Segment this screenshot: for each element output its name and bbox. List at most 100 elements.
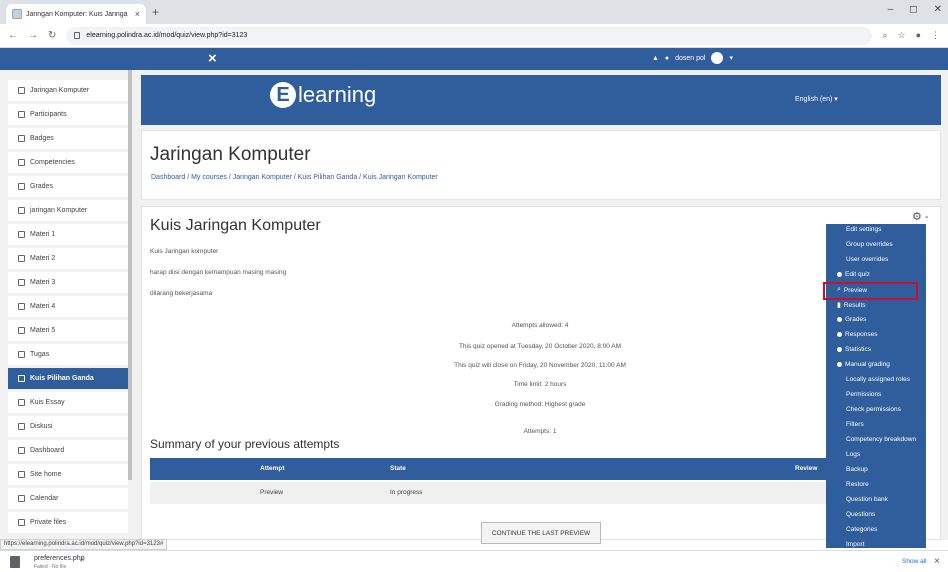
folder-icon bbox=[18, 303, 25, 310]
zoom-icon[interactable]: ⌕ bbox=[882, 30, 887, 41]
gear-icon[interactable]: ⚙ - bbox=[912, 210, 929, 223]
admin-menu-label: Questions bbox=[846, 511, 876, 518]
sidebar-item[interactable]: Dashboard bbox=[8, 440, 128, 461]
sidebar-item[interactable]: Materi 1 bbox=[8, 224, 128, 245]
forward-arrow-icon[interactable]: → bbox=[28, 30, 38, 41]
user-name[interactable]: dosen pol bbox=[675, 55, 705, 62]
close-drawer-button[interactable]: × bbox=[208, 50, 217, 67]
sidebar-item[interactable]: Materi 3 bbox=[8, 272, 128, 293]
col-state: State bbox=[390, 465, 406, 472]
sidebar-item[interactable]: jaringan Komputer bbox=[8, 200, 128, 221]
close-window-icon[interactable]: ✕ bbox=[934, 4, 942, 15]
cell-state: In progress bbox=[390, 489, 423, 496]
admin-menu-label: Grades bbox=[845, 316, 867, 323]
admin-menu-item[interactable]: Categories bbox=[820, 526, 920, 533]
download-file-name[interactable]: preferences.php bbox=[34, 555, 85, 562]
folder-icon bbox=[18, 327, 25, 334]
admin-menu-item[interactable]: Grades bbox=[820, 316, 920, 323]
sidebar-item[interactable]: Participants bbox=[8, 104, 128, 125]
home-icon bbox=[18, 471, 25, 478]
bell-icon[interactable]: ▲ bbox=[652, 55, 659, 62]
attempts-count[interactable]: Attempts: 1 bbox=[300, 428, 780, 435]
sidebar-item[interactable]: Site home bbox=[8, 464, 128, 485]
restore-icon[interactable]: ◻ bbox=[909, 4, 917, 15]
admin-menu-item[interactable]: User overrides bbox=[820, 256, 920, 263]
reload-icon[interactable]: ↻ bbox=[48, 30, 56, 41]
admin-menu-item[interactable]: Questions bbox=[820, 511, 920, 518]
breadcrumb[interactable]: Dashboard / My courses / Jaringan Komput… bbox=[151, 174, 438, 181]
profile-icon[interactable]: ● bbox=[916, 30, 921, 41]
bullet-icon bbox=[837, 317, 842, 322]
admin-menu-item[interactable]: Responses bbox=[820, 331, 920, 338]
admin-menu-item[interactable]: Filters bbox=[820, 421, 920, 428]
admin-menu-item[interactable]: Restore bbox=[820, 481, 920, 488]
admin-menu-item[interactable]: Question bank bbox=[820, 496, 920, 503]
admin-menu-item[interactable]: Backup bbox=[820, 466, 920, 473]
sidebar-item[interactable]: Private files bbox=[8, 512, 128, 533]
browser-tab[interactable]: Jaringan Komputer: Kuis Jaringa × bbox=[6, 4, 146, 24]
graduation-cap-icon bbox=[18, 87, 25, 94]
sidebar-item[interactable]: Grades bbox=[8, 176, 128, 197]
admin-menu-item[interactable]: Logs bbox=[820, 451, 920, 458]
site-logo[interactable]: E learning bbox=[270, 82, 376, 108]
admin-menu-item[interactable]: Check permissions bbox=[820, 406, 920, 413]
table-row: Preview In progress bbox=[150, 482, 830, 504]
quiz-description-2: harap diisi dengan kemampuan masing masi… bbox=[150, 269, 287, 276]
language-selector[interactable]: English (en) ▾ bbox=[795, 95, 838, 103]
grading-method: Grading method: Highest grade bbox=[494, 401, 586, 408]
admin-menu-item[interactable]: Edit settings bbox=[820, 226, 920, 233]
sidebar-item[interactable]: Competencies bbox=[8, 152, 128, 173]
bullet-icon bbox=[837, 272, 842, 277]
sidebar-item[interactable]: Jaringan Komputer bbox=[8, 80, 128, 101]
sidebar-item[interactable]: Materi 4 bbox=[8, 296, 128, 317]
file-icon bbox=[18, 519, 25, 526]
avatar[interactable] bbox=[711, 52, 724, 64]
chat-icon[interactable]: ● bbox=[665, 55, 669, 62]
admin-menu-item[interactable]: Locally assigned roles bbox=[820, 376, 920, 383]
sidebar-item[interactable]: Kuis Pilihan Ganda bbox=[8, 368, 128, 389]
address-actions: ⌕ ☆ ● ⋮ bbox=[882, 30, 940, 41]
admin-menu-item[interactable]: Competency breakdown bbox=[820, 436, 920, 443]
sidebar-item-label: Kuis Pilihan Ganda bbox=[30, 375, 94, 382]
sidebar-item-label: Participants bbox=[30, 111, 67, 118]
chevron-down-icon[interactable]: ▾ bbox=[729, 54, 733, 62]
url-field[interactable]: elearning.polindra.ac.id/mod/quiz/view.p… bbox=[66, 26, 873, 45]
admin-menu-label: Filters bbox=[846, 421, 864, 428]
admin-menu-item[interactable]: Statistics bbox=[820, 346, 920, 353]
sidebar-item[interactable]: Kuis Essay bbox=[8, 392, 128, 413]
kebab-menu-icon[interactable]: ⋮ bbox=[931, 30, 940, 41]
admin-menu-item[interactable]: Manual grading bbox=[820, 361, 920, 368]
summary-title: Summary of your previous attempts bbox=[150, 437, 340, 451]
admin-menu-label: Import bbox=[846, 541, 865, 548]
minimize-icon[interactable]: – bbox=[888, 4, 894, 15]
sidebar-item[interactable]: Badges bbox=[8, 128, 128, 149]
table-icon bbox=[18, 183, 25, 190]
tab-close-icon[interactable]: × bbox=[135, 9, 140, 19]
sidebar-item[interactable]: Diskusi bbox=[8, 416, 128, 437]
admin-menu-item[interactable]: Group overrides bbox=[820, 241, 920, 248]
chevron-up-icon[interactable]: ^ bbox=[80, 557, 84, 566]
show-all-link[interactable]: Show all bbox=[902, 558, 927, 565]
folder-icon bbox=[18, 231, 25, 238]
admin-menu-item[interactable]: ▮ Results bbox=[820, 301, 920, 310]
sidebar-item-label: Materi 1 bbox=[30, 231, 56, 238]
admin-menu-item[interactable]: Import bbox=[820, 541, 920, 548]
sidebar-item[interactable]: Calendar bbox=[8, 488, 128, 509]
continue-preview-button[interactable]: CONTINUE THE LAST PREVIEW bbox=[481, 522, 601, 544]
new-tab-button[interactable]: + bbox=[152, 5, 159, 19]
back-arrow-icon[interactable]: ← bbox=[8, 30, 18, 41]
sidebar-item[interactable]: Materi 5 bbox=[8, 320, 128, 341]
close-downloads-icon[interactable]: × bbox=[934, 556, 940, 567]
sidebar-item[interactable]: Materi 2 bbox=[8, 248, 128, 269]
folder-icon bbox=[18, 255, 25, 262]
star-icon[interactable]: ☆ bbox=[897, 30, 905, 41]
admin-menu-label: Statistics bbox=[845, 346, 872, 353]
admin-menu-item[interactable]: Edit quiz bbox=[820, 271, 920, 278]
address-bar: ← → ↻ elearning.polindra.ac.id/mod/quiz/… bbox=[0, 24, 948, 48]
admin-menu-label: Results bbox=[843, 301, 866, 309]
folder-icon bbox=[18, 351, 25, 358]
admin-menu-item[interactable]: Permissions bbox=[820, 391, 920, 398]
sidebar-item[interactable]: Tugas bbox=[8, 344, 128, 365]
col-review: Review bbox=[795, 465, 818, 472]
sidebar-item-label: Site home bbox=[30, 471, 62, 478]
